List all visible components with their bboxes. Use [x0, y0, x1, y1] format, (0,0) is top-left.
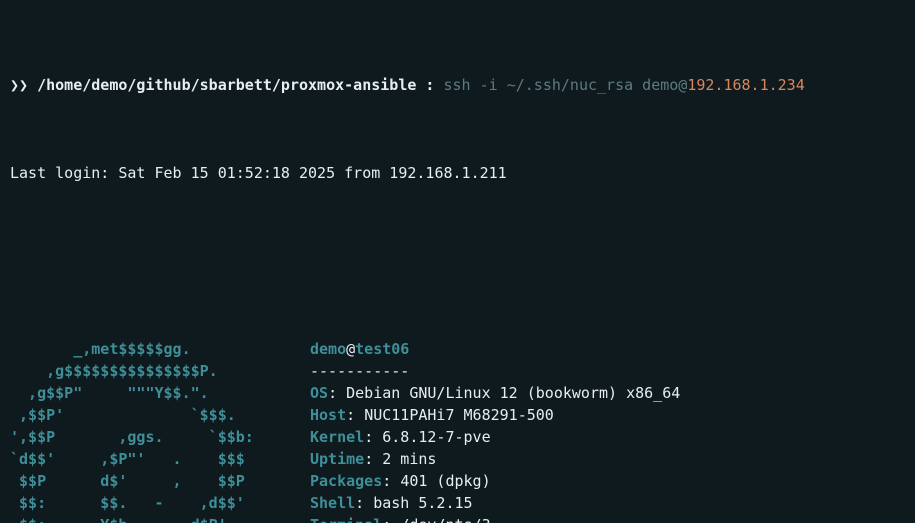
info-value: 6.8.12-7-pve: [382, 428, 490, 446]
logo-line: _,met$$$$$gg.: [10, 338, 310, 360]
logo-line: ,g$$P" """Y$$.".: [10, 382, 310, 404]
info-value: 401 (dpkg): [400, 472, 490, 490]
user-host-line: demo@test06: [310, 338, 725, 360]
ssh-ip: 192.168.1.234: [687, 76, 804, 94]
info-row-packages: Packages: 401 (dpkg): [310, 470, 725, 492]
info-value: NUC11PAHi7 M68291-500: [364, 406, 554, 424]
logo-line: ,$$P' `$$$.: [10, 404, 310, 426]
logo-line: $$: $$. - ,d$$': [10, 492, 310, 514]
neofetch-output: _,met$$$$$gg. ,g$$$$$$$$$$$$$$$P. ,g$$P"…: [10, 338, 905, 523]
separator-line: -----------: [310, 360, 725, 382]
logo-line: ',$$P ,ggs. `$$b:: [10, 426, 310, 448]
info-value: 2 mins: [382, 450, 436, 468]
ssh-cmd: ssh: [443, 76, 479, 94]
info-value: bash 5.2.15: [373, 494, 472, 512]
terminal-window[interactable]: ❯❯ /home/demo/github/sbarbett/proxmox-an…: [0, 0, 915, 523]
system-info: demo@test06-----------OS: Debian GNU/Lin…: [310, 338, 725, 523]
info-label: Kernel: [310, 428, 364, 446]
info-value: /dev/pts/3: [400, 516, 490, 523]
info-user: demo: [310, 340, 346, 358]
info-row-kernel: Kernel: 6.8.12-7-pve: [310, 426, 725, 448]
logo-line: `d$$' ,$P"' . $$$: [10, 448, 310, 470]
info-label: Uptime: [310, 450, 364, 468]
logo-line: ,g$$$$$$$$$$$$$$$P.: [10, 360, 310, 382]
ascii-logo: _,met$$$$$gg. ,g$$$$$$$$$$$$$$$P. ,g$$P"…: [10, 338, 310, 523]
colon: :: [416, 76, 443, 94]
info-row-host: Host: NUC11PAHi7 M68291-500: [310, 404, 725, 426]
info-row-os: OS: Debian GNU/Linux 12 (bookworm) x86_6…: [310, 382, 725, 404]
prompt-arrows: ❯❯: [10, 76, 37, 94]
logo-line: $$P d$' , $$P: [10, 470, 310, 492]
at-symbol: @: [346, 340, 355, 358]
info-label: Terminal: [310, 516, 382, 523]
info-row-uptime: Uptime: 2 mins: [310, 448, 725, 470]
info-row-shell: Shell: bash 5.2.15: [310, 492, 725, 514]
last-login-line: Last login: Sat Feb 15 01:52:18 2025 fro…: [10, 162, 905, 184]
info-label: Host: [310, 406, 346, 424]
cwd-path: /home/demo/github/sbarbett/proxmox-ansib…: [37, 76, 416, 94]
info-label: Shell: [310, 494, 355, 512]
logo-line: $$; Y$b._ _,d$P': [10, 514, 310, 523]
info-label: Packages: [310, 472, 382, 490]
info-label: OS: [310, 384, 328, 402]
header-line: ❯❯ /home/demo/github/sbarbett/proxmox-an…: [10, 74, 905, 96]
info-row-terminal: Terminal: /dev/pts/3: [310, 514, 725, 523]
ssh-user: demo@: [642, 76, 687, 94]
info-host: test06: [355, 340, 409, 358]
info-value: Debian GNU/Linux 12 (bookworm) x86_64: [346, 384, 680, 402]
ssh-key: ~/.ssh/nuc_rsa: [507, 76, 642, 94]
ssh-flag: -i: [480, 76, 507, 94]
